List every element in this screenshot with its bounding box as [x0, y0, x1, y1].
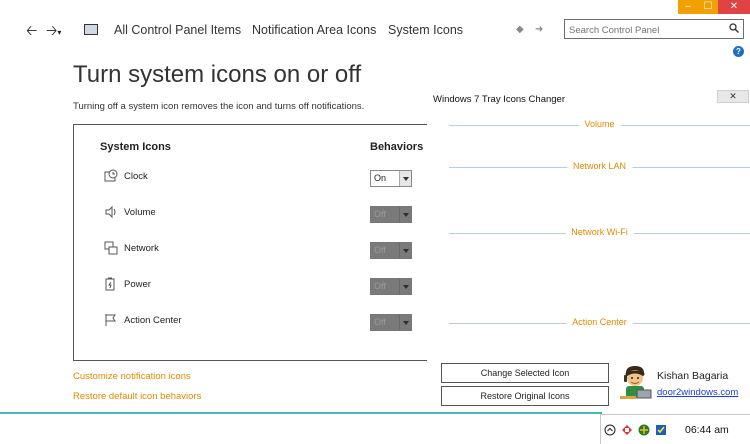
chevron-down-icon[interactable] — [399, 171, 411, 186]
section-action-center: Action Center — [449, 316, 750, 330]
chevron-down-icon[interactable] — [399, 279, 411, 294]
chevron-down-icon[interactable] — [399, 243, 411, 258]
page-description: Turning off a system icon removes the ic… — [73, 101, 365, 112]
breadcrumb-system-icons[interactable]: System Icons — [388, 23, 463, 37]
restore-original-icons-button[interactable]: Restore Original Icons — [441, 386, 609, 406]
page-title: Turn system icons on or off — [73, 61, 362, 88]
clock-icon — [104, 169, 118, 182]
recent-locations-icon[interactable]: ◆ — [516, 24, 524, 35]
tray-icons-changer-window: Windows 7 Tray Icons Changer ✕ Volume Ne… — [427, 88, 750, 410]
table-row: Action Center Off — [74, 313, 434, 335]
help-icon[interactable]: ? — [733, 46, 744, 57]
search-box[interactable] — [564, 19, 744, 40]
author-avatar — [620, 366, 652, 399]
section-volume: Volume — [449, 118, 750, 132]
author-name: Kishan Bagaria — [657, 370, 729, 382]
author-website-link[interactable]: door2windows.com — [657, 387, 738, 398]
table-row: Volume Off — [74, 205, 434, 227]
volume-icon — [105, 205, 116, 219]
control-panel-icon[interactable] — [84, 24, 98, 35]
table-row: Power Off — [74, 277, 434, 299]
network-icon — [104, 241, 118, 255]
row-label-volume: Volume — [124, 207, 156, 218]
action-center-flag-icon[interactable] — [621, 424, 633, 436]
taskbar-accent-line — [0, 412, 602, 414]
minimize-button[interactable]: – — [678, 0, 698, 14]
clock-behavior-select[interactable]: On — [370, 170, 412, 187]
forward-arrow-icon[interactable]: 🡢▾ — [46, 20, 61, 44]
row-label-network: Network — [124, 243, 159, 254]
flag-icon — [105, 314, 116, 326]
action-center-behavior-select[interactable]: Off — [370, 314, 412, 331]
search-input[interactable] — [565, 21, 725, 40]
column-header-system-icons: System Icons — [100, 141, 171, 153]
system-tray: 06:44 am — [600, 414, 750, 444]
system-icons-table: System Icons Behaviors Clock On Volume O… — [73, 124, 433, 361]
navigation-bar: 🡠 🡢▾ All Control Panel Items Notificatio… — [0, 18, 750, 44]
breadcrumb-all-control-panel-items[interactable]: All Control Panel Items — [114, 23, 241, 37]
network-behavior-select[interactable]: Off — [370, 242, 412, 259]
chevron-down-icon[interactable] — [399, 207, 411, 222]
table-row: Clock On — [74, 169, 434, 191]
back-arrow-icon[interactable]: 🡠 — [26, 20, 37, 44]
table-row: Network Off — [74, 241, 434, 263]
power-behavior-select[interactable]: Off — [370, 278, 412, 295]
change-selected-icon-button[interactable]: Change Selected Icon — [441, 363, 609, 383]
row-label-action-center: Action Center — [124, 315, 182, 326]
chevron-down-icon[interactable] — [399, 315, 411, 330]
maximize-button[interactable]: ☐ — [698, 0, 718, 14]
row-label-power: Power — [124, 279, 151, 290]
taskbar-clock[interactable]: 06:44 am — [685, 424, 729, 436]
tool-title: Windows 7 Tray Icons Changer — [433, 94, 566, 105]
control-panel-window: – ☐ ✕ 🡠 🡢▾ All Control Panel Items Notif… — [0, 0, 750, 444]
close-button[interactable]: ✕ — [718, 0, 750, 14]
power-icon — [105, 277, 115, 291]
show-hidden-icons-icon[interactable] — [604, 424, 616, 436]
customize-notification-icons-link[interactable]: Customize notification icons — [73, 371, 191, 382]
tool-close-button[interactable]: ✕ — [717, 90, 749, 103]
column-header-behaviors: Behaviors — [370, 141, 424, 153]
breadcrumb-notification-area-icons[interactable]: Notification Area Icons — [252, 23, 376, 37]
refresh-forward-icon[interactable]: ➜ — [535, 24, 543, 35]
network-tray-icon[interactable] — [638, 424, 650, 436]
section-network-wifi: Network Wi-Fi — [449, 226, 750, 240]
section-network-lan: Network LAN — [449, 160, 750, 174]
security-tray-icon[interactable] — [655, 424, 667, 436]
restore-default-icon-behaviors-link[interactable]: Restore default icon behaviors — [73, 391, 201, 402]
volume-behavior-select[interactable]: Off — [370, 206, 412, 223]
search-icon[interactable] — [729, 23, 739, 33]
row-label-clock: Clock — [124, 171, 148, 182]
